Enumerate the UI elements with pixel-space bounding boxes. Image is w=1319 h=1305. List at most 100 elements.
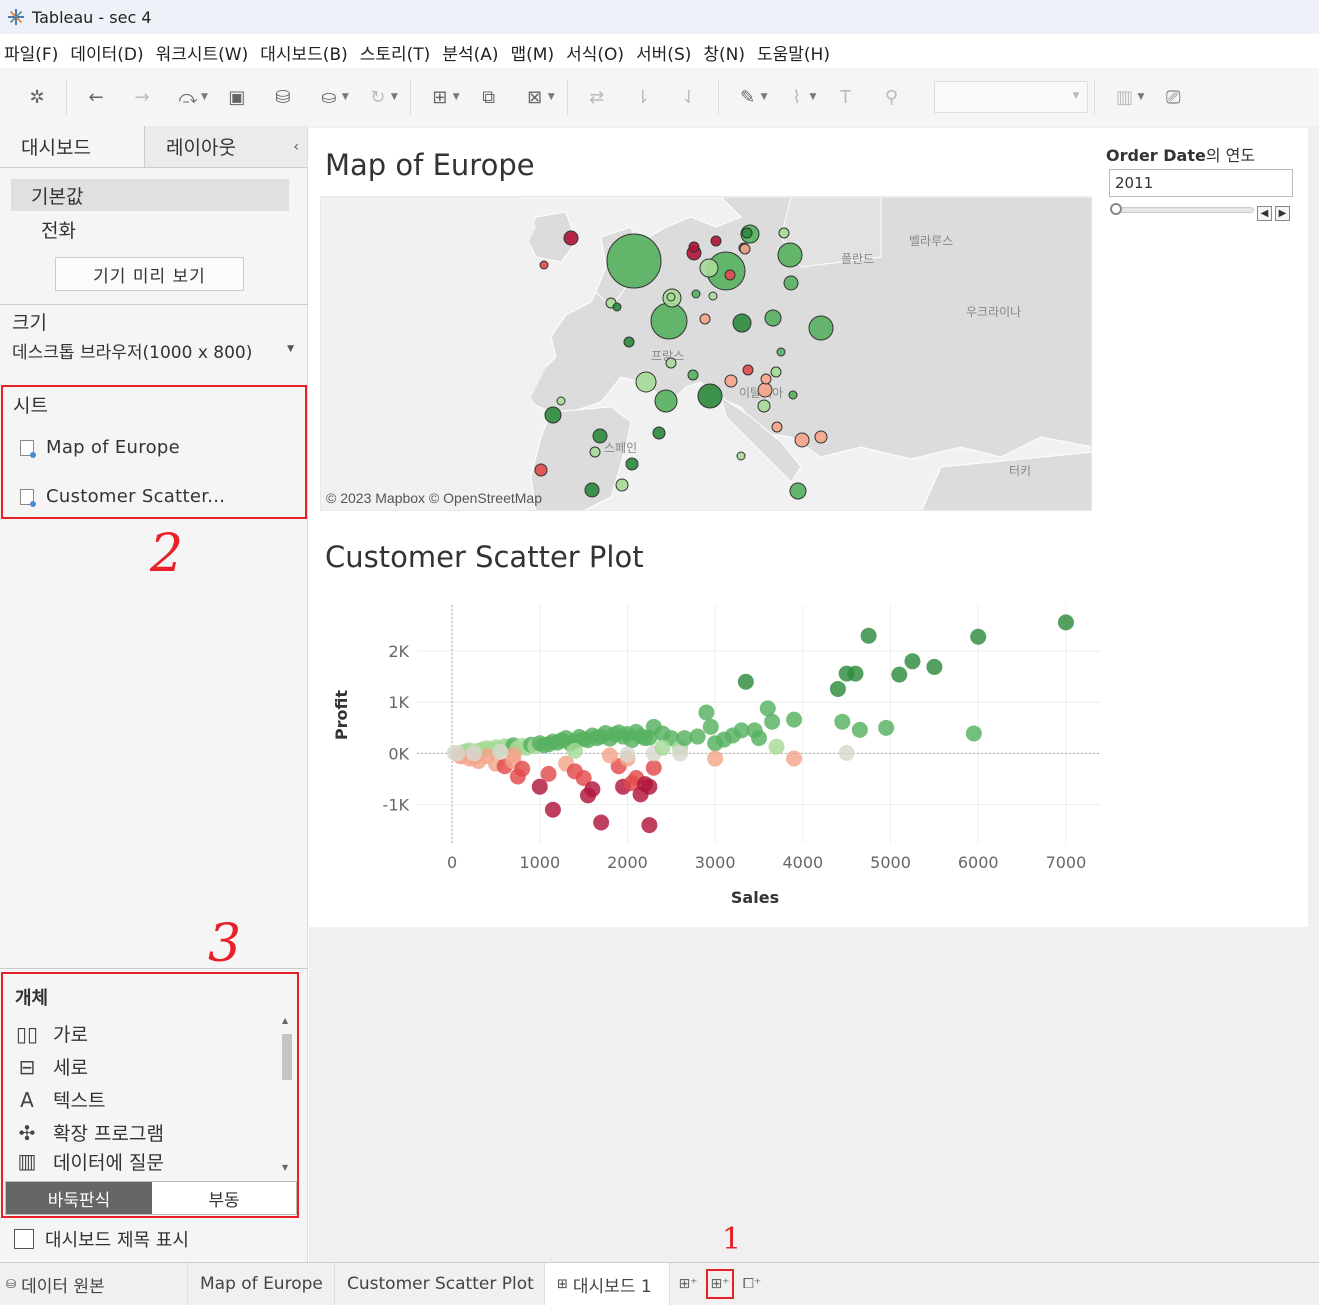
menu-server[interactable]: 서버(S)	[632, 40, 699, 65]
checkbox[interactable]	[14, 1229, 34, 1249]
scatter-point[interactable]	[838, 744, 855, 761]
pin-icon[interactable]: ⚲	[876, 82, 906, 112]
scatter-point[interactable]	[737, 673, 754, 690]
menu-help[interactable]: 도움말(H)	[753, 40, 838, 65]
map-bubble[interactable]	[699, 258, 719, 278]
map-bubble[interactable]	[666, 292, 676, 302]
tab-dashboard-1[interactable]: ⊞ 대시보드 1	[545, 1262, 670, 1305]
tab-customer-scatter-plot[interactable]: Customer Scatter Plot	[335, 1262, 545, 1305]
map-bubble[interactable]	[776, 347, 786, 357]
show-me-icon[interactable]: ▥	[1109, 82, 1139, 112]
swap-icon[interactable]: ⇄	[582, 82, 612, 112]
tableau-start-icon[interactable]: ✲	[22, 82, 52, 112]
scatter-point[interactable]	[768, 738, 785, 755]
labels-icon[interactable]: T	[830, 82, 860, 112]
map-bubble[interactable]	[691, 289, 701, 299]
map-bubble[interactable]	[742, 364, 754, 376]
year-filter-input[interactable]: 2011	[1109, 169, 1293, 197]
scatter-point[interactable]	[492, 743, 509, 760]
scatter-point[interactable]	[904, 653, 921, 670]
menu-story[interactable]: 스토리(T)	[356, 40, 439, 65]
tab-data-source[interactable]: ⛁ 데이터 원본	[0, 1262, 188, 1305]
save-icon[interactable]: ▣	[222, 82, 252, 112]
map-bubble[interactable]	[556, 396, 566, 406]
map-bubble[interactable]	[623, 336, 635, 348]
menu-data[interactable]: 데이터(D)	[66, 40, 151, 65]
scatter-point[interactable]	[707, 750, 724, 767]
undo-icon[interactable]: ←	[81, 82, 111, 112]
map-bubble[interactable]	[589, 446, 601, 458]
scatter-point[interactable]	[786, 711, 803, 728]
map-bubble[interactable]	[757, 382, 773, 398]
scatter-point[interactable]	[654, 739, 671, 756]
map-bubble[interactable]	[710, 235, 722, 247]
map-bubble[interactable]	[699, 313, 711, 325]
scatter-point[interactable]	[540, 765, 557, 782]
scatter-point[interactable]	[698, 704, 715, 721]
map-bubble[interactable]	[697, 383, 723, 409]
year-slider[interactable]	[1110, 203, 1254, 215]
map-bubble[interactable]	[534, 463, 548, 477]
scatter-point[interactable]	[1057, 614, 1074, 631]
map-bubble[interactable]	[739, 243, 751, 255]
map-bubble[interactable]	[687, 369, 699, 381]
collapse-panel-icon[interactable]: ‹	[290, 126, 307, 167]
object-vertical[interactable]: ⊟ 세로	[15, 1053, 88, 1080]
map-bubble[interactable]	[789, 482, 807, 500]
map-bubble[interactable]	[788, 390, 798, 400]
map-bubble[interactable]	[612, 302, 622, 312]
sheet-item-map-of-europe[interactable]: Map of Europe	[20, 437, 180, 458]
map-bubble[interactable]	[584, 482, 600, 498]
map-bubble[interactable]	[635, 371, 657, 393]
presentation-mode-icon[interactable]: ⎚	[1158, 82, 1188, 112]
scatter-point[interactable]	[584, 781, 601, 798]
size-select[interactable]: 데스크톱 브라우저(1000 x 800) ▼	[12, 338, 294, 363]
map-bubble[interactable]	[794, 432, 810, 448]
object-text[interactable]: A 텍스트	[15, 1086, 105, 1113]
scatter-point[interactable]	[645, 759, 662, 776]
menu-window[interactable]: 창(N)	[699, 40, 753, 65]
map-bubble[interactable]	[688, 241, 700, 253]
map-bubble[interactable]	[760, 373, 772, 385]
scatter-point[interactable]	[786, 750, 803, 767]
show-dashboard-title-checkbox[interactable]: 대시보드 제목 표시	[14, 1226, 189, 1252]
scatter-point[interactable]	[641, 817, 658, 834]
map-bubble[interactable]	[736, 451, 746, 461]
scatter-point[interactable]	[851, 721, 868, 738]
map-bubble[interactable]	[563, 230, 579, 246]
sort-descending-icon[interactable]: ⇃	[674, 82, 704, 112]
map-bubble[interactable]	[650, 302, 688, 340]
highlight-icon[interactable]: ✎	[733, 82, 763, 112]
refresh-icon[interactable]: ↻	[363, 82, 393, 112]
scatter-point[interactable]	[829, 680, 846, 697]
menu-file[interactable]: 파일(F)	[0, 40, 66, 65]
map-bubble[interactable]	[708, 291, 718, 301]
group-icon[interactable]: ⌇	[782, 82, 812, 112]
device-default[interactable]: 기본값	[11, 179, 289, 211]
map-bubble[interactable]	[808, 315, 834, 341]
sheet-item-customer-scatter[interactable]: Customer Scatter...	[20, 486, 225, 507]
menu-format[interactable]: 서식(O)	[562, 40, 632, 65]
clear-sheet-icon[interactable]: ⊠	[520, 82, 550, 112]
sort-ascending-icon[interactable]: ⇂	[628, 82, 658, 112]
map-bubble[interactable]	[652, 426, 666, 440]
scatter-point[interactable]	[860, 627, 877, 644]
map-bubble[interactable]	[814, 430, 828, 444]
tab-map-of-europe[interactable]: Map of Europe	[188, 1262, 335, 1305]
map-bubble[interactable]	[606, 233, 662, 289]
menu-dashboard[interactable]: 대시보드(B)	[256, 40, 356, 65]
scatter-point[interactable]	[834, 713, 851, 730]
scatter-point[interactable]	[702, 718, 719, 735]
scroll-down-icon[interactable]: ▼	[282, 1163, 288, 1172]
europe-map[interactable]: 폴란드벨라루스우크라이나프랑스이탈리아스페인터키 © 2023 Mapbox ©…	[320, 196, 1092, 511]
map-bubble[interactable]	[724, 374, 738, 388]
scatter-point[interactable]	[847, 665, 864, 682]
floating-button[interactable]: 부동	[152, 1182, 296, 1214]
scatter-point[interactable]	[751, 730, 767, 747]
new-worksheet-icon[interactable]: ⊞⁺	[674, 1269, 702, 1299]
tab-dashboard[interactable]: 대시보드	[0, 126, 145, 167]
tiled-button[interactable]: 바둑판식	[6, 1182, 152, 1214]
scatter-point[interactable]	[466, 745, 482, 762]
map-bubble[interactable]	[592, 428, 608, 444]
map-bubble[interactable]	[778, 227, 790, 239]
